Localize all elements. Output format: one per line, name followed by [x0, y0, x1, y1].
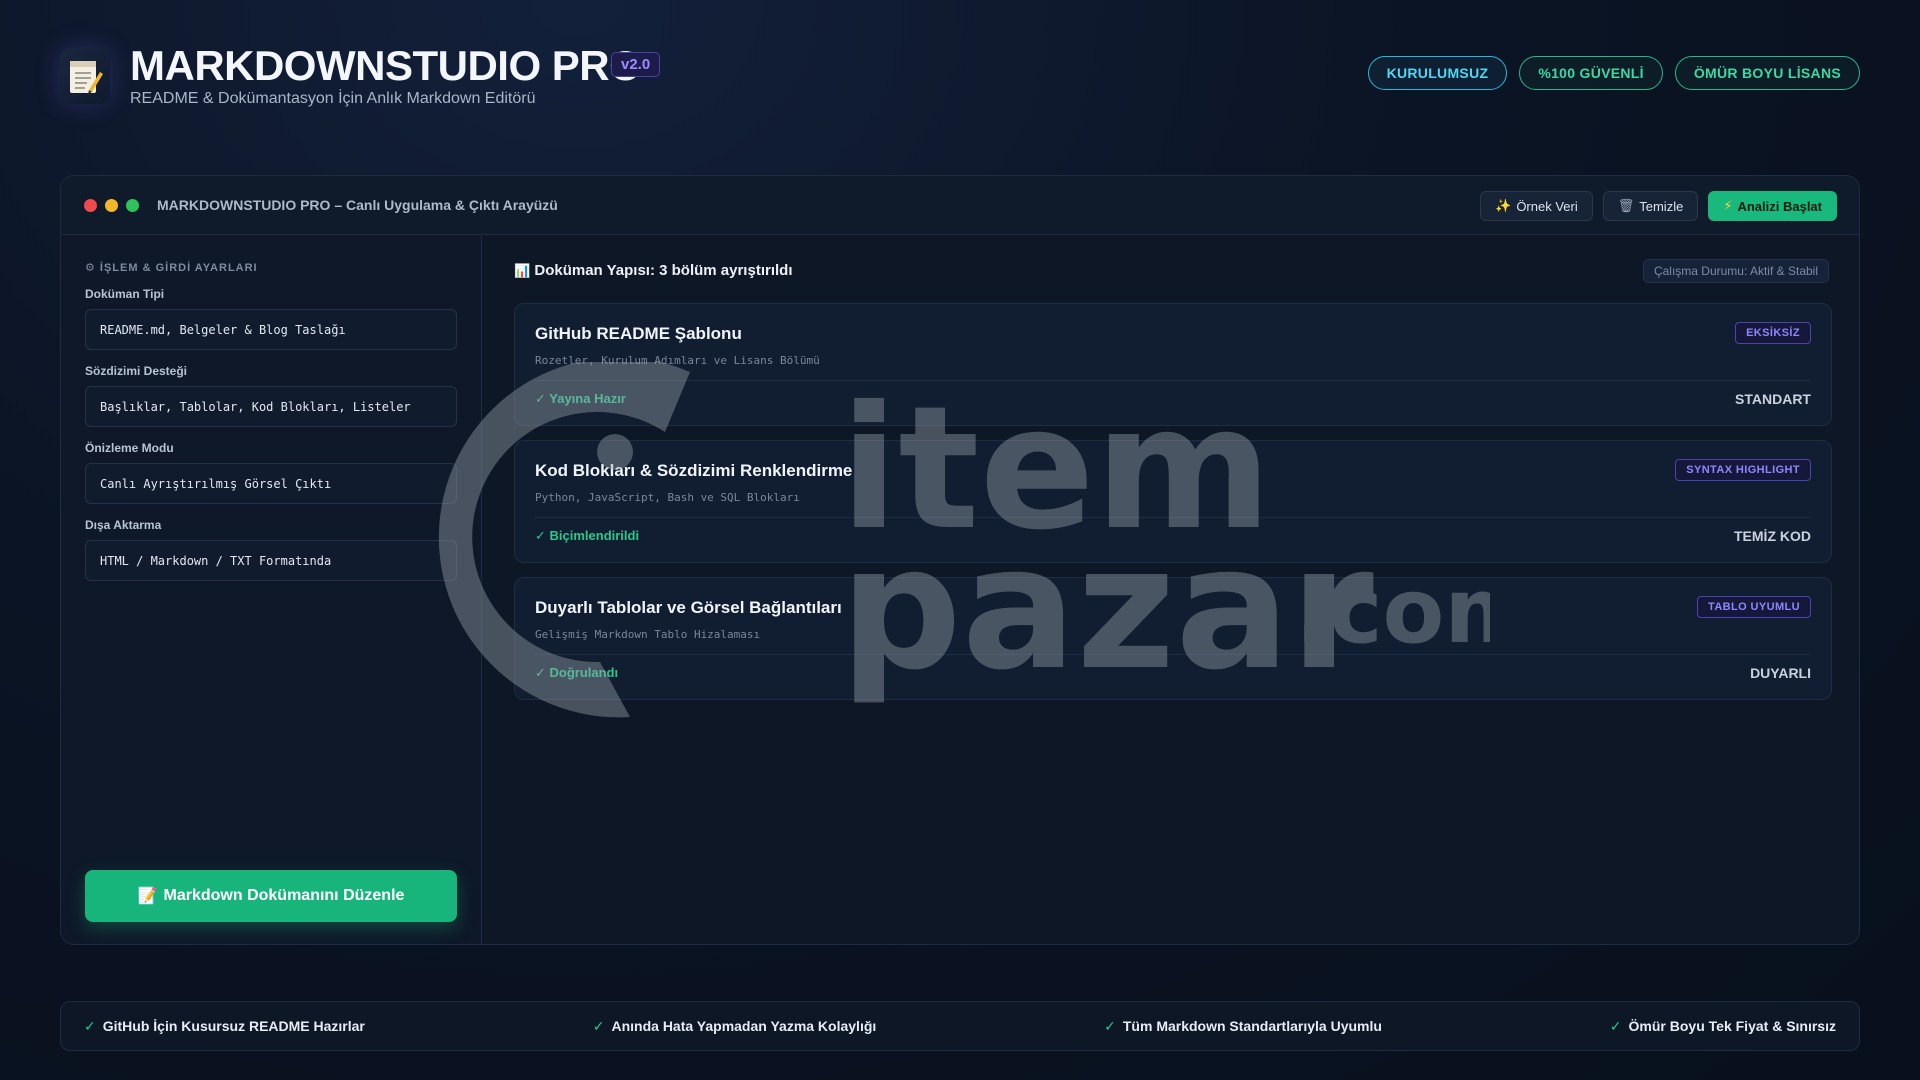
section-card[interactable]: Duyarlı Tablolar ve Görsel Bağlantıları …: [514, 577, 1832, 700]
footer-feature-text: Ömür Boyu Tek Fiyat & Sınırsız: [1628, 1018, 1836, 1034]
export-label: Dışa Aktarma: [85, 518, 162, 532]
app-header: MARKDOWNSTUDIO PRO v2.0 README & Doküman…: [60, 40, 1860, 120]
check-icon: ✓: [592, 1017, 605, 1034]
clear-label: Temizle: [1639, 198, 1684, 214]
footer-feature-text: Anında Hata Yapmadan Yazma Kolaylığı: [611, 1018, 877, 1034]
footer-feature: ✓ Tüm Markdown Standartlarıyla Uyumlu: [1104, 1018, 1382, 1035]
footer-feature: ✓ GitHub İçin Kusursuz README Hazırlar: [84, 1018, 365, 1035]
trash-icon: 🗑: [1617, 198, 1635, 213]
footer-feature-text: GitHub İçin Kusursuz README Hazırlar: [102, 1018, 365, 1034]
card-tag: TABLO UYUMLU: [1697, 596, 1811, 618]
card-tag: SYNTAX HIGHLIGHT: [1675, 459, 1811, 481]
badge-no-install: KURULUMSUZ: [1367, 56, 1508, 90]
app-title: MARKDOWNSTUDIO PRO: [130, 42, 642, 89]
memo-icon: 📝: [137, 888, 158, 905]
feature-badges: KURULUMSUZ %100 GÜVENLİ ÖMÜR BOYU LİSANS: [1367, 56, 1860, 90]
maximize-window-button[interactable]: [126, 199, 139, 212]
export-field[interactable]: HTML / Markdown / TXT Formatında: [85, 540, 457, 581]
features-footer: ✓ GitHub İçin Kusursuz README Hazırlar ✓…: [60, 1001, 1860, 1051]
footer-feature-text: Tüm Markdown Standartlarıyla Uyumlu: [1122, 1018, 1382, 1034]
sample-data-button[interactable]: ✨ Örnek Veri: [1480, 191, 1593, 221]
close-window-button[interactable]: [84, 199, 97, 212]
section-card[interactable]: GitHub README Şablonu Rozetler, Kurulum …: [514, 303, 1832, 426]
preview-mode-field[interactable]: Canlı Ayrıştırılmış Görsel Çıktı: [85, 463, 457, 504]
check-icon: ✓: [84, 1017, 96, 1034]
clear-button[interactable]: 🗑 Temizle: [1602, 191, 1699, 221]
minimize-window-button[interactable]: [105, 199, 118, 212]
output-panel: 📊 Doküman Yapısı: 3 bölüm ayrıştırıldı Ç…: [482, 235, 1859, 944]
sample-data-label: Örnek Veri: [1516, 198, 1578, 214]
version-badge: v2.0: [611, 52, 661, 77]
doc-type-label: Doküman Tipi: [85, 287, 165, 301]
card-subtitle: Rozetler, Kurulum Adımları ve Lisans Böl…: [535, 354, 820, 367]
app-subtitle: README & Dokümantasyon İçin Anlık Markdo…: [130, 90, 536, 107]
toolbar-actions: ✨ Örnek Veri 🗑 Temizle ⚡ Analizi Başlat: [1480, 191, 1837, 221]
notepad-icon: [60, 48, 110, 104]
doc-structure-text: Doküman Yapısı: 3 bölüm ayrıştırıldı: [534, 262, 793, 279]
window-titlebar: MARKDOWNSTUDIO PRO – Canlı Uygulama & Çı…: [61, 176, 1859, 235]
start-analysis-button[interactable]: ⚡ Analizi Başlat: [1708, 191, 1837, 221]
badge-lifetime-license: ÖMÜR BOYU LİSANS: [1674, 56, 1860, 90]
check-icon: ✓: [1609, 1017, 1622, 1034]
card-status: ✓ Doğrulandı: [535, 665, 619, 680]
card-tag: EKSİKSİZ: [1735, 322, 1811, 344]
card-divider: [535, 380, 1811, 381]
check-icon: ✓: [1104, 1017, 1116, 1034]
card-title: GitHub README Şablonu: [535, 324, 742, 343]
edit-markdown-label: Markdown Dokümanını Düzenle: [163, 887, 405, 904]
app-window: MARKDOWNSTUDIO PRO – Canlı Uygulama & Çı…: [60, 175, 1860, 945]
doc-structure-heading: 📊 Doküman Yapısı: 3 bölüm ayrıştırıldı: [514, 262, 793, 279]
card-subtitle: Python, JavaScript, Bash ve SQL Blokları: [535, 491, 800, 504]
card-title: Duyarlı Tablolar ve Görsel Bağlantıları: [535, 598, 842, 617]
window-title: MARKDOWNSTUDIO PRO – Canlı Uygulama & Çı…: [157, 197, 558, 213]
card-divider: [535, 654, 1811, 655]
card-quality-label: DUYARLI: [1750, 665, 1811, 681]
settings-section-title: ⚙ İŞLEM & GİRDİ AYARLARI: [85, 262, 258, 274]
start-analysis-label: Analizi Başlat: [1737, 198, 1822, 214]
card-status: ✓ Yayına Hazır: [535, 391, 626, 406]
status-chip: Çalışma Durumu: Aktif & Stabil: [1642, 259, 1829, 283]
badge-secure: %100 GÜVENLİ: [1519, 56, 1663, 90]
footer-feature: ✓ Ömür Boyu Tek Fiyat & Sınırsız: [1610, 1018, 1836, 1035]
bar-chart-icon: 📊: [514, 263, 531, 278]
footer-feature: ✓ Anında Hata Yapmadan Yazma Kolaylığı: [593, 1018, 877, 1035]
card-title: Kod Blokları & Sözdizimi Renklendirme: [535, 461, 853, 480]
syntax-support-label: Sözdizimi Desteği: [85, 364, 188, 378]
doc-type-field[interactable]: README.md, Belgeler & Blog Taslağı: [85, 309, 457, 350]
card-quality-label: TEMİZ KOD: [1734, 528, 1811, 544]
card-divider: [535, 517, 1811, 518]
syntax-support-field[interactable]: Başlıklar, Tablolar, Kod Blokları, Liste…: [85, 386, 457, 427]
preview-mode-label: Önizleme Modu: [85, 441, 174, 455]
edit-markdown-button[interactable]: 📝 Markdown Dokümanını Düzenle: [85, 870, 457, 922]
settings-panel: ⚙ İŞLEM & GİRDİ AYARLARI Doküman Tipi RE…: [61, 235, 482, 944]
card-subtitle: Gelişmiş Markdown Tablo Hizalaması: [535, 628, 761, 641]
sparkle-icon: ✨: [1495, 198, 1512, 213]
card-quality-label: STANDART: [1735, 391, 1811, 407]
lightning-icon: ⚡: [1723, 198, 1733, 213]
card-status: ✓ Biçimlendirildi: [535, 528, 640, 543]
section-card[interactable]: Kod Blokları & Sözdizimi Renklendirme Py…: [514, 440, 1832, 563]
